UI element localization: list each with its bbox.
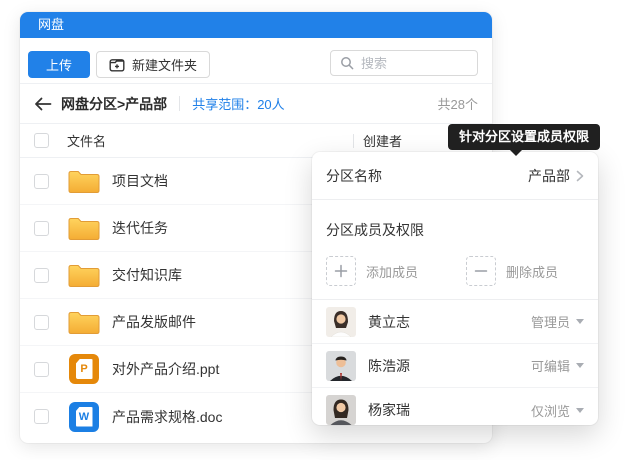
row-checkbox[interactable]: [34, 362, 49, 377]
window-titlebar: 网盘: [20, 12, 492, 38]
permission-value: 可编辑: [531, 356, 570, 375]
add-member-label[interactable]: 添加成员: [366, 262, 418, 281]
toolbar: 上传 新建文件夹: [20, 38, 492, 84]
doc-badge: W: [76, 407, 93, 427]
upload-button[interactable]: 上传: [28, 51, 90, 78]
doc-file-icon: W: [69, 402, 99, 432]
column-header-filename: 文件名: [67, 131, 106, 150]
partition-settings-popup: 分区名称 产品部 分区成员及权限 添加成员 删除成员: [312, 152, 598, 425]
share-scope-link[interactable]: 共享范围：20人: [192, 94, 284, 113]
row-checkbox[interactable]: [34, 315, 49, 330]
caret-down-icon: [576, 319, 584, 324]
folder-icon: [67, 308, 101, 336]
minus-icon: [473, 263, 489, 279]
folder-icon: [67, 167, 101, 195]
tooltip: 针对分区设置成员权限: [448, 124, 600, 150]
new-folder-button[interactable]: 新建文件夹: [96, 51, 210, 78]
new-folder-label: 新建文件夹: [132, 55, 197, 74]
member-actions-row: 添加成员 删除成员: [312, 256, 598, 300]
tooltip-text: 针对分区设置成员权限: [459, 129, 589, 144]
app-title: 网盘: [38, 17, 64, 32]
file-name[interactable]: 迭代任务: [112, 218, 168, 238]
chevron-right-icon: [576, 170, 584, 182]
search-input[interactable]: [361, 56, 468, 71]
file-name[interactable]: 产品需求规格.doc: [112, 407, 222, 427]
column-header-creator: 创建者: [363, 131, 402, 150]
file-name[interactable]: 交付知识库: [112, 265, 182, 285]
caret-down-icon: [576, 363, 584, 368]
ppt-badge: P: [76, 359, 93, 379]
file-name[interactable]: 产品发版邮件: [112, 312, 196, 332]
partition-name-label: 分区名称: [326, 166, 382, 186]
members-section-title: 分区成员及权限: [312, 200, 598, 256]
row-checkbox[interactable]: [34, 409, 49, 424]
partition-name-value: 产品部: [528, 166, 570, 186]
folder-icon: [67, 261, 101, 289]
member-row: 杨家瑞 仅浏览: [312, 388, 598, 432]
member-avatar: [326, 307, 356, 337]
permission-value: 管理员: [531, 312, 570, 331]
permission-dropdown[interactable]: 管理员: [531, 312, 584, 331]
member-avatar: [326, 351, 356, 381]
search-icon: [340, 56, 354, 70]
permission-dropdown[interactable]: 可编辑: [531, 356, 584, 375]
caret-down-icon: [576, 408, 584, 413]
plus-icon: [333, 263, 349, 279]
select-all-checkbox[interactable]: [34, 133, 49, 148]
new-folder-icon: [109, 57, 125, 73]
row-checkbox[interactable]: [34, 221, 49, 236]
member-avatar: [326, 395, 356, 425]
folder-icon: [67, 214, 101, 242]
permission-value: 仅浏览: [531, 401, 570, 420]
remove-member-label[interactable]: 删除成员: [506, 262, 558, 281]
member-name: 陈浩源: [368, 356, 410, 376]
column-divider: [353, 134, 354, 148]
search-box[interactable]: [330, 50, 478, 76]
remove-member-button[interactable]: [466, 256, 496, 286]
member-name: 杨家瑞: [368, 400, 410, 420]
file-name[interactable]: 对外产品介绍.ppt: [112, 359, 219, 379]
total-count: 共28个: [438, 94, 478, 113]
add-member-button[interactable]: [326, 256, 356, 286]
partition-name-row[interactable]: 分区名称 产品部: [312, 152, 598, 200]
permission-dropdown[interactable]: 仅浏览: [531, 401, 584, 420]
file-name[interactable]: 项目文档: [112, 171, 168, 191]
member-name: 黄立志: [368, 312, 410, 332]
breadcrumb-bar: 网盘分区>产品部 共享范围：20人 共28个: [20, 84, 492, 124]
breadcrumb-path[interactable]: 网盘分区>产品部: [61, 94, 167, 114]
ppt-file-icon: P: [69, 354, 99, 384]
member-row: 陈浩源 可编辑: [312, 344, 598, 388]
back-icon[interactable]: [34, 97, 52, 111]
breadcrumb-divider: [179, 96, 180, 111]
member-row: 黄立志 管理员: [312, 300, 598, 344]
row-checkbox[interactable]: [34, 268, 49, 283]
row-checkbox[interactable]: [34, 174, 49, 189]
